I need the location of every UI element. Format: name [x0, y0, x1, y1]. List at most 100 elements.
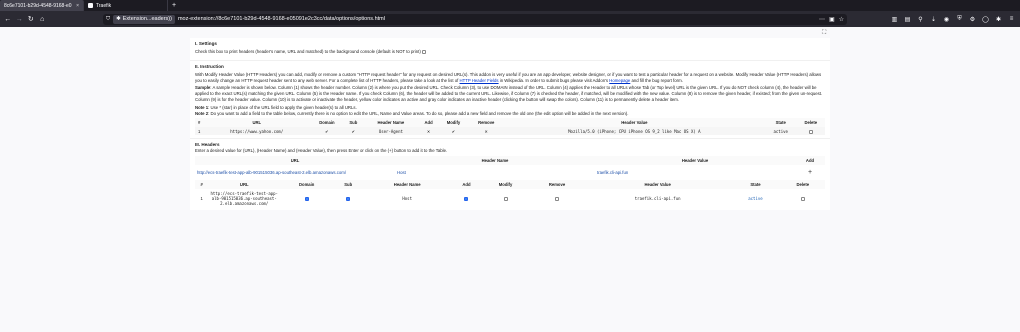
back-button[interactable]: ←	[3, 14, 13, 25]
row-header-name: User-Agent	[362, 127, 419, 136]
add-header-form: URL Header Name Header Value Add http://…	[195, 156, 825, 180]
note-2: Note 2: Do you want to add a field to th…	[195, 111, 825, 117]
col-url: URL	[203, 118, 311, 128]
fullscreen-icon[interactable]: ⛶	[822, 30, 826, 37]
row-state: active	[764, 127, 797, 136]
account-icon[interactable]: ◯	[980, 14, 991, 25]
col-header-name: Header Name	[363, 180, 452, 190]
row-domain: ✔	[310, 127, 344, 136]
row-url: https://www.yahoo.com/	[203, 127, 311, 136]
col-add: Add	[418, 118, 439, 128]
row-modify: ✔	[438, 127, 469, 136]
col-url: URL	[208, 180, 281, 190]
url-input[interactable]: http://ecs-traefik-test-app-alb-90151503…	[195, 165, 395, 180]
nav-bar: ← → ↻ ⌂ ⛉ ✱ Extension...eaders)) moz-ext…	[0, 11, 1020, 27]
row-remove: ✕	[468, 127, 504, 136]
extension-identity[interactable]: ✱ Extension...eaders))	[113, 14, 175, 24]
note1-text: : Use * (star) in place of the URL field…	[208, 104, 357, 110]
download-icon[interactable]: ⇣	[928, 14, 939, 25]
intro-text-c: and fill the bug report form.	[630, 77, 683, 83]
row-header-name: Host	[402, 195, 412, 201]
home-button[interactable]: ⌂	[38, 14, 48, 25]
tab-traefik[interactable]: Traefik	[84, 0, 168, 11]
extension-icon[interactable]: ◉	[941, 14, 952, 25]
col-delete: Delete	[796, 118, 825, 128]
header-value-input[interactable]: traefik.cli-api.fun	[595, 165, 795, 180]
remove-checkbox[interactable]	[555, 196, 559, 201]
sample-label: Sample	[195, 85, 211, 91]
http-header-fields-link[interactable]: HTTP Header Fields	[459, 78, 498, 83]
shield-ext-icon[interactable]: ⛨	[954, 14, 965, 25]
col-remove: Remove	[468, 118, 504, 128]
forward-button[interactable]: →	[15, 14, 25, 25]
settings-section: I. Settings Check this box to print head…	[190, 38, 830, 60]
page-viewport: ⛶ I. Settings Check this box to print he…	[0, 27, 1020, 332]
header-name-input[interactable]: Host	[395, 165, 595, 180]
col-header-value: Header Value	[584, 180, 731, 190]
note2-text: : Do you want to add a field to the tabl…	[208, 110, 629, 116]
col-delete: Delete	[780, 180, 825, 190]
col-domain: Domain	[280, 180, 334, 190]
col-num: #	[195, 118, 204, 128]
back-arrow-icon: ←	[4, 15, 12, 23]
extensions-puzzle-icon[interactable]: ✱	[993, 14, 1004, 25]
tab-options[interactable]: 8c6e7101-b29d-4548-9168-e0 ×	[0, 0, 84, 11]
tab-strip: 8c6e7101-b29d-4548-9168-e0 × Traefik +	[0, 0, 1020, 11]
homepage-link[interactable]: Homepage	[609, 78, 630, 83]
col-num: #	[195, 180, 209, 190]
settings-icon[interactable]: ⚙	[967, 14, 978, 25]
col-domain: Domain	[310, 118, 344, 128]
sample-table: # URL Domain Sub Header Name Add Modify …	[195, 118, 825, 136]
table-row: 1 https://www.yahoo.com/ ✔ ✔ User-Agent …	[195, 127, 825, 136]
note1-label: Note 1	[195, 104, 209, 110]
shield-icon: ⛉	[106, 15, 111, 22]
settings-text: Check this box to print headers (header'…	[195, 49, 421, 54]
add-header-button[interactable]: +	[795, 165, 825, 180]
instruction-section: II. Instruction With Modify Header Value…	[190, 59, 830, 139]
headers-title: III. Headers	[195, 142, 220, 148]
row-header-value: Mozilla/5.0 (iPhone; CPU iPhone OS 9_2 l…	[503, 127, 765, 136]
bookmark-star-icon[interactable]: ☆	[839, 16, 844, 23]
col-state: State	[730, 180, 781, 190]
page-actions-icon[interactable]: ⋯	[819, 16, 825, 23]
headers-desc: Enter a desired value for (URL), (Header…	[195, 148, 448, 154]
sub-checkbox[interactable]	[346, 196, 351, 201]
col-remove: Remove	[529, 180, 585, 190]
tab-traefik-label: Traefik	[96, 2, 112, 9]
col-header-value: Header Value	[503, 118, 765, 128]
home-icon: ⌂	[40, 15, 45, 23]
pin-icon[interactable]: ⚲	[915, 14, 926, 25]
url-text[interactable]: moz-extension://8c6e7101-b29d-4548-9168-…	[178, 16, 816, 22]
row-header-value: traefik.cli-api.fun	[634, 195, 681, 201]
tab-options-label: 8c6e7101-b29d-4548-9168-e0	[4, 2, 72, 9]
forward-arrow-icon: →	[15, 15, 23, 23]
puzzle-icon: ✱	[116, 16, 121, 22]
col-modify: Modify	[481, 180, 530, 190]
row-add: ✕	[418, 127, 439, 136]
menu-icon[interactable]: ≡	[1006, 14, 1017, 25]
print-headers-checkbox[interactable]	[422, 49, 427, 54]
address-bar[interactable]: ⛉ ✱ Extension...eaders)) moz-extension:/…	[103, 13, 847, 25]
add-checkbox[interactable]	[464, 196, 469, 201]
col-header-name: Header Name	[362, 118, 419, 128]
instruction-intro: With Modify Header Value (HTTP Headers) …	[195, 72, 825, 84]
reload-button[interactable]: ↻	[26, 14, 36, 25]
input-col-name: Header Name	[395, 156, 595, 166]
delete-checkbox[interactable]	[800, 196, 805, 201]
headers-section: III. Headers Enter a desired value for (…	[190, 138, 830, 210]
close-icon[interactable]: ×	[76, 3, 79, 9]
col-sub: Sub	[333, 180, 364, 190]
state-toggle-button[interactable]: active	[730, 189, 780, 207]
sidebar-icon[interactable]: ▤	[902, 14, 913, 25]
row-sub: ✔	[343, 127, 363, 136]
row-url: http://ecs-traefik-test-app-alb-90151503…	[210, 190, 278, 206]
new-tab-button[interactable]: +	[168, 0, 180, 11]
options-panel: I. Settings Check this box to print head…	[190, 38, 830, 211]
col-state: State	[764, 118, 797, 128]
sample-text: : A sample Header is shown below. Column…	[195, 85, 823, 102]
pocket-icon[interactable]: ▣	[829, 16, 835, 23]
modify-checkbox[interactable]	[503, 196, 508, 201]
reload-icon: ↻	[27, 16, 34, 23]
domain-checkbox[interactable]	[304, 196, 309, 201]
library-icon[interactable]: ▥	[889, 14, 900, 25]
